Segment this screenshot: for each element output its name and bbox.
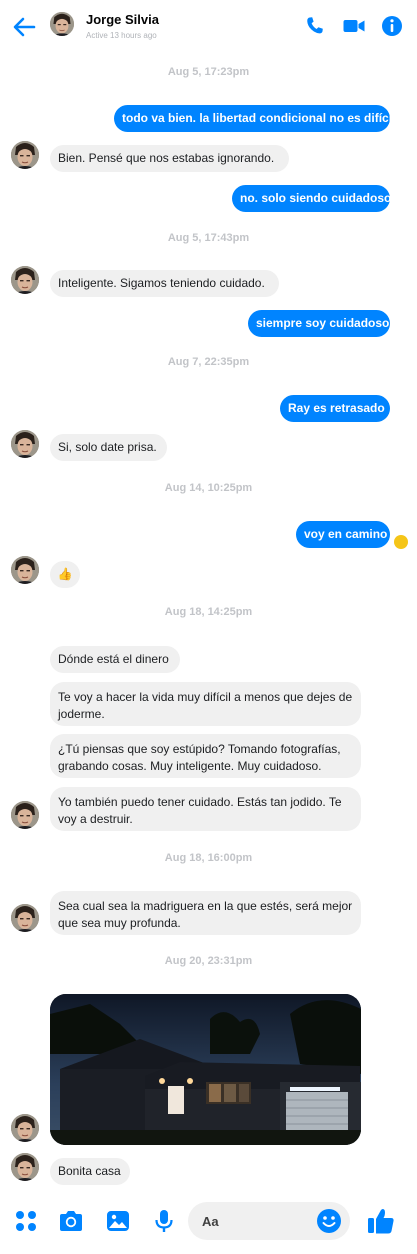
outgoing-message[interactable]: voy en camino bbox=[296, 521, 390, 548]
timestamp: Aug 20, 23:31pm bbox=[164, 955, 253, 967]
contact-name[interactable]: Jorge Silvia bbox=[86, 12, 159, 27]
contact-avatar[interactable] bbox=[11, 904, 39, 932]
timestamp: Aug 14, 10:25pm bbox=[164, 482, 253, 494]
timestamp: Aug 5, 17:23pm bbox=[167, 66, 250, 78]
incoming-message[interactable]: Bonita casa bbox=[50, 1158, 130, 1185]
incoming-message[interactable]: Dónde está el dinero bbox=[50, 646, 180, 673]
message-composer: Aa bbox=[0, 1190, 417, 1254]
contact-status: Active 13 hours ago bbox=[86, 31, 157, 40]
chat-header: Jorge Silvia Active 13 hours ago bbox=[0, 0, 417, 56]
gallery-icon[interactable] bbox=[105, 1208, 131, 1234]
outgoing-message[interactable]: Ray es retrasado bbox=[280, 395, 390, 422]
like-reaction-message[interactable]: 👍 bbox=[50, 561, 80, 588]
contact-avatar[interactable] bbox=[11, 1153, 39, 1181]
incoming-message[interactable]: Inteligente. Sigamos teniendo cuidado. bbox=[50, 270, 279, 297]
contact-avatar[interactable] bbox=[11, 1114, 39, 1142]
seen-indicator bbox=[394, 535, 408, 549]
timestamp: Aug 5, 17:43pm bbox=[167, 232, 250, 244]
incoming-message[interactable]: Sea cual sea la madriguera en la que est… bbox=[50, 891, 361, 935]
incoming-message[interactable]: ¿Tú piensas que soy estúpido? Tomando fo… bbox=[50, 734, 361, 778]
incoming-message[interactable]: Te voy a hacer la vida muy difícil a men… bbox=[50, 682, 361, 726]
incoming-message[interactable]: Bien. Pensé que nos estabas ignorando. bbox=[50, 145, 289, 172]
message-input[interactable]: Aa bbox=[188, 1202, 350, 1240]
contact-avatar[interactable] bbox=[50, 12, 74, 36]
apps-grid-icon[interactable] bbox=[13, 1208, 39, 1234]
like-icon[interactable] bbox=[366, 1206, 396, 1236]
microphone-icon[interactable] bbox=[151, 1208, 177, 1234]
house-photo-message[interactable] bbox=[50, 994, 361, 1145]
emoji-icon[interactable] bbox=[316, 1208, 342, 1234]
timestamp: Aug 7, 22:35pm bbox=[167, 356, 250, 368]
contact-avatar[interactable] bbox=[11, 556, 39, 584]
contact-avatar[interactable] bbox=[11, 141, 39, 169]
outgoing-message[interactable]: no. solo siendo cuidadoso bbox=[232, 185, 391, 212]
video-camera-icon[interactable] bbox=[342, 14, 366, 38]
incoming-message[interactable]: Si, solo date prisa. bbox=[50, 434, 167, 461]
phone-icon[interactable] bbox=[303, 14, 327, 38]
timestamp: Aug 18, 14:25pm bbox=[164, 606, 253, 618]
outgoing-message[interactable]: todo va bien. la libertad condicional no… bbox=[114, 105, 395, 132]
camera-icon[interactable] bbox=[58, 1208, 84, 1234]
back-arrow-icon[interactable] bbox=[10, 13, 38, 41]
message-input-placeholder: Aa bbox=[202, 1214, 219, 1229]
timestamp: Aug 18, 16:00pm bbox=[164, 852, 253, 864]
incoming-message[interactable]: Yo también puedo tener cuidado. Estás ta… bbox=[50, 787, 361, 831]
contact-avatar[interactable] bbox=[11, 266, 39, 294]
contact-avatar[interactable] bbox=[11, 430, 39, 458]
contact-avatar[interactable] bbox=[11, 801, 39, 829]
outgoing-message[interactable]: siempre soy cuidadoso bbox=[248, 310, 390, 337]
info-icon[interactable] bbox=[380, 14, 404, 38]
